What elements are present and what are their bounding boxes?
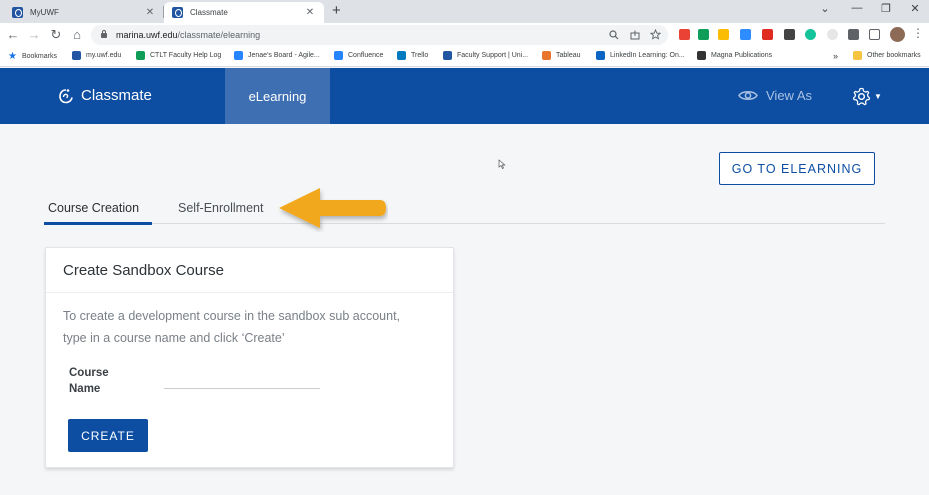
extension-circle-icon[interactable] — [827, 29, 838, 40]
mouse-cursor-icon — [498, 159, 506, 169]
tab-course-creation[interactable]: Course Creation — [48, 201, 139, 215]
app-header: Classmate eLearning View As ▼ — [0, 68, 929, 124]
extension-qr-icon[interactable] — [784, 29, 795, 40]
trello-bookmark-icon — [397, 51, 406, 60]
folder-icon — [853, 51, 862, 60]
uwf-bookmark-icon — [72, 51, 81, 60]
confluence-bookmark-icon — [334, 51, 343, 60]
lock-icon — [101, 29, 107, 38]
linkedin-bookmark-icon — [596, 51, 605, 60]
back-icon[interactable]: ← — [4, 26, 22, 44]
bookmark-label: Bookmarks — [21, 53, 57, 60]
bookmark-label: Other bookmarks — [867, 52, 921, 59]
other-bookmarks-folder[interactable]: Other bookmarks — [853, 51, 921, 60]
search-icon[interactable] — [609, 30, 619, 40]
bookmarks-folder[interactable]: ★ Bookmarks — [8, 51, 57, 62]
extension-megaphone-icon[interactable] — [679, 29, 690, 40]
classmate-favicon-icon — [172, 7, 183, 18]
gear-icon — [852, 87, 871, 106]
side-panel-icon[interactable] — [869, 29, 880, 40]
bookmark-item[interactable]: my.uwf.edu — [72, 51, 121, 60]
annotation-arrow-icon — [279, 188, 386, 228]
bookmark-label: my.uwf.edu — [86, 52, 122, 59]
create-button[interactable]: CREATE — [68, 419, 148, 452]
bookmark-item[interactable]: Faculty Support | Uni... — [443, 51, 528, 60]
bookmark-label: LinkedIn Learning: On... — [610, 52, 685, 59]
create-sandbox-card: Create Sandbox Course To create a develo… — [45, 247, 454, 468]
bookmark-item[interactable]: LinkedIn Learning: On... — [596, 51, 685, 60]
bookmark-label: Jenae's Board - Agile... — [248, 52, 320, 59]
bookmark-item[interactable]: CTLT Faculty Help Log — [136, 51, 221, 60]
extensions-puzzle-icon[interactable] — [848, 29, 859, 40]
course-name-row: Course Name — [63, 365, 436, 417]
content-tabs: Course Creation Self-Enrollment — [44, 198, 885, 225]
browser-tab-classmate[interactable]: Classmate ✕ — [164, 2, 324, 23]
bookmark-item[interactable]: Magna Publications — [697, 51, 772, 60]
forward-icon[interactable]: → — [25, 26, 43, 44]
browser-menu-icon[interactable]: ⋮ — [912, 26, 924, 40]
home-icon[interactable]: ⌂ — [68, 26, 86, 44]
bookmarks-overflow-icon[interactable]: » — [833, 51, 838, 61]
extension-sheets-icon[interactable] — [698, 29, 709, 40]
close-tab-icon[interactable]: ✕ — [144, 7, 156, 18]
extension-grammarly-icon[interactable] — [805, 29, 816, 40]
tab-search-icon[interactable]: ⌄ — [811, 2, 839, 15]
chevron-down-icon: ▼ — [874, 92, 882, 101]
view-as-label: View As — [766, 88, 813, 103]
bookmark-label: Faculty Support | Uni... — [457, 52, 529, 59]
address-bar[interactable]: marina.uwf.edu/classmate/elearning — [91, 25, 668, 45]
extension-zoom-icon[interactable] — [740, 29, 751, 40]
tableau-bookmark-icon — [542, 51, 551, 60]
go-to-elearning-button[interactable]: GO TO ELEARNING — [719, 152, 875, 185]
url-host: marina.uwf.edu — [116, 30, 178, 40]
browser-tab-myuwf[interactable]: MyUWF ✕ — [4, 2, 164, 23]
classmate-logo-icon — [59, 88, 73, 103]
browser-tab-title: Classmate — [190, 8, 228, 17]
share-icon[interactable] — [630, 30, 640, 40]
bookmark-label: Trello — [411, 52, 429, 59]
card-title: Create Sandbox Course — [46, 248, 453, 293]
browser-tab-title: MyUWF — [30, 8, 59, 17]
bookmark-label: Confluence — [348, 52, 384, 59]
bookmark-item[interactable]: Trello — [397, 51, 428, 60]
maximize-icon[interactable]: ❐ — [872, 2, 900, 15]
tab-self-enrollment[interactable]: Self-Enrollment — [178, 201, 263, 215]
profile-avatar[interactable] — [890, 27, 905, 42]
bookmarks-bar: ★ Bookmarks my.uwf.edu CTLT Faculty Help … — [0, 47, 929, 67]
new-tab-button[interactable]: + — [332, 2, 341, 19]
star-icon: ★ — [8, 51, 17, 62]
magna-bookmark-icon — [697, 51, 706, 60]
faculty-support-bookmark-icon — [443, 51, 452, 60]
uwf-favicon-icon — [12, 7, 23, 18]
jira-bookmark-icon — [234, 51, 243, 60]
bookmark-label: CTLT Faculty Help Log — [150, 52, 222, 59]
active-tab-indicator — [44, 222, 152, 225]
course-name-label: Course Name — [69, 367, 109, 395]
course-name-input[interactable] — [164, 371, 320, 389]
bookmark-item[interactable]: Jenae's Board - Agile... — [234, 51, 320, 60]
bookmark-label: Tableau — [556, 52, 581, 59]
extension-drive-icon[interactable] — [718, 29, 729, 40]
extension-pdf-icon[interactable] — [762, 29, 773, 40]
browser-tabstrip: MyUWF ✕ Classmate ✕ + ⌄ — ❐ ✕ — [0, 0, 929, 23]
brand-name: Classmate — [81, 87, 152, 104]
brand[interactable]: Classmate — [59, 87, 152, 104]
view-as-button[interactable]: View As — [738, 88, 812, 103]
nav-tab-elearning[interactable]: eLearning — [225, 68, 330, 124]
bookmark-label: Magna Publications — [711, 52, 773, 59]
url-path: /classmate/elearning — [177, 30, 261, 40]
url-text: marina.uwf.edu/classmate/elearning — [116, 30, 260, 40]
minimize-icon[interactable]: — — [843, 2, 871, 14]
close-tab-icon[interactable]: ✕ — [304, 7, 316, 18]
bookmark-star-icon[interactable] — [650, 29, 661, 40]
reload-icon[interactable]: ↻ — [47, 26, 65, 44]
sheets-bookmark-icon — [136, 51, 145, 60]
bookmark-item[interactable]: Confluence — [334, 51, 383, 60]
bookmark-item[interactable]: Tableau — [542, 51, 581, 60]
browser-toolbar: ← → ↻ ⌂ marina.uwf.edu/classmate/elearni… — [0, 23, 929, 47]
eye-icon — [738, 91, 758, 100]
settings-menu[interactable]: ▼ — [852, 87, 882, 106]
card-description: To create a development course in the sa… — [63, 309, 401, 345]
close-window-icon[interactable]: ✕ — [901, 2, 929, 15]
